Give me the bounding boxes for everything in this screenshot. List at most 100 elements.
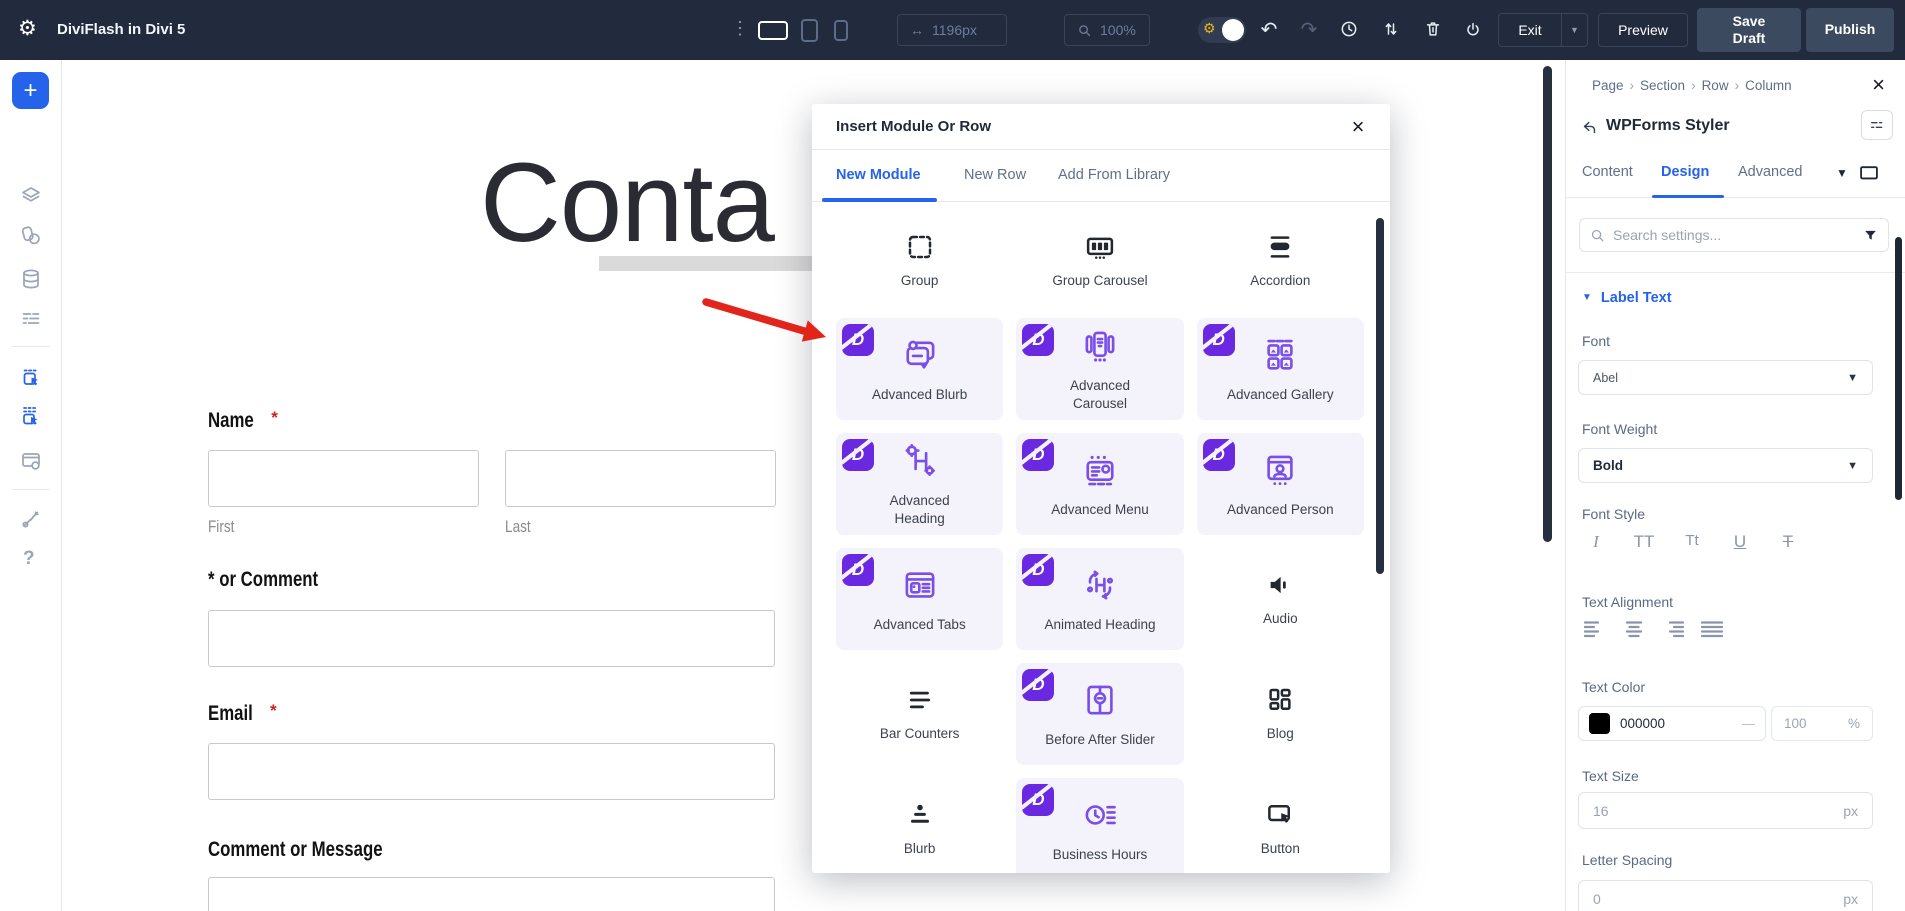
breadcrumb-column[interactable]: Column xyxy=(1745,78,1792,93)
tablet-view-icon[interactable] xyxy=(801,19,818,42)
top-toolbar: ⚙ DiviFlash in Divi 5 ⋮ ↔ 1196px 100% ⚙ … xyxy=(0,0,1905,60)
settings-search[interactable] xyxy=(1579,218,1889,252)
filter-funnel-icon[interactable] xyxy=(1863,228,1878,243)
exit-dropdown-caret-icon[interactable]: ▼ xyxy=(1561,13,1587,47)
align-left-icon[interactable] xyxy=(1584,620,1606,641)
responsive-desktop-icon[interactable] xyxy=(1856,163,1882,183)
module-item[interactable]: Blog xyxy=(1197,663,1364,765)
modal-close-icon[interactable]: × xyxy=(1346,114,1370,140)
module-item[interactable]: D Advanced Menu xyxy=(1016,433,1183,535)
email-input[interactable] xyxy=(208,743,775,800)
module-item[interactable]: Group Carousel xyxy=(1016,217,1183,305)
module-item[interactable]: D Advanced Carousel xyxy=(1016,318,1183,420)
desktop-view-icon[interactable] xyxy=(758,21,788,40)
letter-spacing-field[interactable]: 0 px xyxy=(1578,880,1873,911)
select-row-icon[interactable] xyxy=(19,404,43,428)
tabs-dropdown-caret-icon[interactable]: ▼ xyxy=(1836,166,1848,180)
builder-mode-toggle[interactable]: ⚙ xyxy=(1198,17,1246,43)
phone-view-icon[interactable] xyxy=(834,20,848,41)
module-label: Audio xyxy=(1263,610,1298,628)
tab-add-from-library[interactable]: Add From Library xyxy=(1058,167,1170,183)
diviflash-badge-icon: D xyxy=(842,554,874,586)
tab-design[interactable]: Design xyxy=(1661,164,1709,180)
publish-button[interactable]: Publish xyxy=(1806,8,1894,52)
database-icon[interactable] xyxy=(19,267,43,291)
align-justify-icon[interactable] xyxy=(1701,620,1723,641)
portability-icon[interactable] xyxy=(1462,19,1484,41)
underline-icon[interactable]: U xyxy=(1728,532,1752,552)
tools-icon[interactable] xyxy=(19,507,43,531)
design-presets-icon[interactable] xyxy=(19,224,43,248)
help-icon[interactable]: ? xyxy=(23,548,35,570)
module-item[interactable]: D Advanced Heading xyxy=(836,433,1003,535)
module-label: Group Carousel xyxy=(1052,272,1147,290)
module-item[interactable]: D Before After Slider xyxy=(1016,663,1183,765)
uppercase-icon[interactable]: TT xyxy=(1632,532,1656,552)
canvas-scrollbar[interactable] xyxy=(1543,66,1552,542)
content-text-icon[interactable] xyxy=(19,306,43,330)
exit-button[interactable]: Exit ▼ xyxy=(1498,13,1588,47)
first-name-input[interactable] xyxy=(208,450,479,507)
color-swatch[interactable] xyxy=(1589,713,1610,734)
panel-close-icon[interactable]: × xyxy=(1872,72,1885,98)
module-item[interactable]: D Advanced Tabs xyxy=(836,548,1003,650)
select-module-icon[interactable] xyxy=(19,366,43,390)
font-weight-select[interactable]: Bold ▼ xyxy=(1578,448,1873,483)
redo-icon[interactable]: ↷ xyxy=(1298,19,1320,41)
undo-icon[interactable]: ↶ xyxy=(1258,19,1280,41)
module-item[interactable]: Bar Counters xyxy=(836,663,1003,765)
italic-icon[interactable]: I xyxy=(1584,532,1608,552)
module-item[interactable]: D Advanced Person xyxy=(1197,433,1364,535)
align-right-icon[interactable] xyxy=(1662,620,1684,641)
comment-input[interactable] xyxy=(208,610,775,667)
module-item[interactable]: Group xyxy=(836,217,1003,305)
small-caps-icon[interactable]: Tt xyxy=(1680,532,1704,552)
module-item[interactable]: Audio xyxy=(1197,548,1364,650)
add-module-button[interactable]: + xyxy=(12,72,49,109)
tab-new-row[interactable]: New Row xyxy=(964,167,1026,183)
dock-panel-button[interactable] xyxy=(1861,110,1893,140)
last-name-input[interactable] xyxy=(505,450,776,507)
settings-panel: Page›Section›Row›Column × WPForms Styler… xyxy=(1565,60,1905,911)
tab-new-module[interactable]: New Module xyxy=(836,167,921,183)
modal-scrollbar[interactable] xyxy=(1376,218,1384,574)
module-item[interactable]: Button xyxy=(1197,778,1364,873)
color-opacity-field[interactable]: 100 % xyxy=(1771,706,1873,741)
strikethrough-icon[interactable]: T xyxy=(1776,532,1800,552)
module-item[interactable]: Accordion xyxy=(1197,217,1364,305)
text-size-field[interactable]: 16 px xyxy=(1578,792,1873,829)
breadcrumb-section[interactable]: Section xyxy=(1640,78,1685,93)
more-options-icon[interactable]: ⋮ xyxy=(731,18,749,39)
red-annotation-arrow xyxy=(700,292,840,352)
module-item[interactable]: D Animated Heading xyxy=(1016,548,1183,650)
breadcrumb-row[interactable]: Row xyxy=(1702,78,1729,93)
module-icon xyxy=(905,232,935,262)
message-textarea[interactable] xyxy=(208,877,775,911)
layers-icon[interactable] xyxy=(19,184,43,208)
canvas-width-control[interactable]: ↔ 1196px xyxy=(897,14,1007,46)
panel-scrollbar[interactable] xyxy=(1895,237,1902,500)
save-draft-button[interactable]: Save Draft xyxy=(1697,8,1801,52)
label-text-section-toggle[interactable]: ▼Label Text xyxy=(1582,290,1672,306)
sort-layers-icon[interactable] xyxy=(1380,19,1402,41)
module-item[interactable]: D Advanced Gallery xyxy=(1197,318,1364,420)
module-item[interactable]: D Advanced Blurb xyxy=(836,318,1003,420)
page-settings-icon[interactable] xyxy=(19,449,43,473)
module-item[interactable]: D Business Hours xyxy=(1016,778,1183,873)
align-center-icon[interactable] xyxy=(1623,620,1645,641)
width-arrows-icon: ↔ xyxy=(910,22,924,38)
history-icon[interactable] xyxy=(1338,19,1360,41)
back-arrow-icon[interactable] xyxy=(1581,119,1598,136)
tab-advanced[interactable]: Advanced xyxy=(1738,164,1803,180)
trash-icon[interactable] xyxy=(1422,19,1444,41)
font-select[interactable]: Abel ▼ xyxy=(1578,360,1873,395)
font-weight-value: Bold xyxy=(1593,458,1623,473)
builder-settings-gear-icon[interactable]: ⚙ xyxy=(18,16,37,41)
preview-button[interactable]: Preview xyxy=(1598,13,1688,47)
tab-content[interactable]: Content xyxy=(1582,164,1633,180)
zoom-control[interactable]: 100% xyxy=(1064,14,1150,46)
settings-search-input[interactable] xyxy=(1613,227,1855,243)
breadcrumb-page[interactable]: Page xyxy=(1592,78,1624,93)
text-color-picker[interactable]: 000000 — xyxy=(1578,706,1766,741)
module-item[interactable]: Blurb xyxy=(836,778,1003,873)
